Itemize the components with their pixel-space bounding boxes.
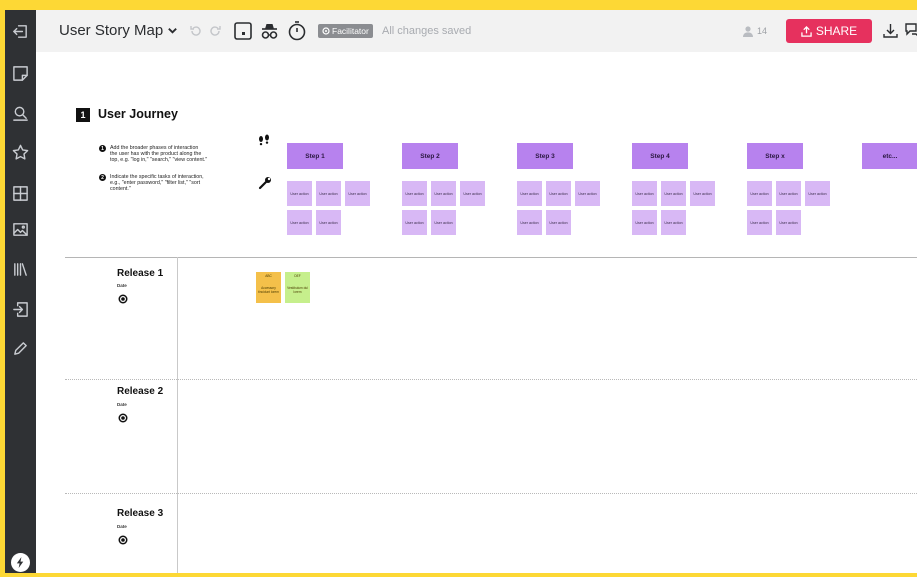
instruction-text: Indicate the specific tasks of interacti…	[110, 174, 204, 193]
comments-icon[interactable]	[904, 20, 917, 41]
user-action-card[interactable]: User action	[575, 181, 600, 206]
save-status: All changes saved	[382, 25, 472, 37]
instruction-number: 1	[99, 145, 106, 152]
section-title: User Journey	[98, 107, 178, 121]
user-action-card[interactable]: User action	[345, 181, 370, 206]
user-action-card[interactable]: User action	[316, 181, 341, 206]
footprints-icon	[257, 134, 271, 153]
step-card[interactable]: Step 2	[402, 143, 458, 169]
incognito-icon[interactable]	[259, 20, 280, 41]
release-date: Date	[117, 402, 127, 407]
target-icon	[118, 294, 128, 304]
user-action-card[interactable]: User action	[747, 210, 772, 235]
left-toolbar	[5, 10, 36, 573]
app-frame: User Story Map Facilitator All changes s…	[5, 10, 917, 573]
library-icon[interactable]	[9, 258, 32, 281]
user-action-card[interactable]: User action	[805, 181, 830, 206]
user-action-card[interactable]: User action	[632, 181, 657, 206]
sticky-card[interactable]: DEF Vestibulum dui lorem	[285, 272, 310, 303]
pen-icon[interactable]	[9, 337, 32, 360]
user-action-card[interactable]: User action	[431, 181, 456, 206]
sticky-note-icon[interactable]	[9, 62, 32, 85]
sticky-card[interactable]: ABC Accessory tincidunt lorem	[256, 272, 281, 303]
facilitator-badge[interactable]: Facilitator	[318, 24, 373, 38]
wrench-icon	[258, 176, 272, 195]
image-icon[interactable]	[9, 218, 32, 241]
card-text: Vestibulum dui lorem	[287, 286, 308, 294]
user-count[interactable]: 14	[742, 25, 767, 37]
star-icon[interactable]	[9, 141, 32, 164]
download-icon[interactable]	[882, 20, 899, 41]
release-date: Date	[117, 283, 127, 288]
step-card[interactable]: Step 3	[517, 143, 573, 169]
section-number: 1	[76, 108, 90, 122]
step-card[interactable]: Step 4	[632, 143, 688, 169]
step-card[interactable]: Step x	[747, 143, 803, 169]
user-action-card[interactable]: User action	[776, 210, 801, 235]
lightning-icon[interactable]	[11, 553, 30, 572]
exit-icon[interactable]	[9, 20, 32, 43]
user-action-card[interactable]: User action	[546, 210, 571, 235]
frame-icon[interactable]	[233, 20, 253, 41]
user-action-card[interactable]: User action	[460, 181, 485, 206]
undo-icon[interactable]	[189, 20, 203, 41]
share-button[interactable]: SHARE	[786, 19, 872, 43]
user-action-card[interactable]: User action	[287, 210, 312, 235]
user-action-card[interactable]: User action	[661, 210, 686, 235]
instruction-number: 2	[99, 174, 106, 181]
redo-icon[interactable]	[208, 20, 222, 41]
timer-icon[interactable]	[287, 20, 307, 41]
share-label: SHARE	[815, 24, 858, 38]
user-action-card[interactable]: User action	[287, 181, 312, 206]
release-divider	[65, 379, 917, 380]
user-action-card[interactable]: User action	[776, 181, 801, 206]
facilitator-label: Facilitator	[332, 26, 369, 36]
top-bar: User Story Map Facilitator All changes s…	[36, 10, 917, 52]
user-action-card[interactable]: User action	[661, 181, 686, 206]
user-action-card[interactable]: User action	[517, 210, 542, 235]
journey-divider	[65, 257, 917, 258]
release-title: Release 3	[117, 508, 164, 519]
step-card[interactable]: Step 1	[287, 143, 343, 169]
board-canvas[interactable]: 1 User Journey 1 Add the broader phases …	[36, 52, 917, 573]
target-icon	[118, 413, 128, 423]
user-action-card[interactable]: User action	[747, 181, 772, 206]
board-title[interactable]: User Story Map	[59, 22, 163, 39]
grid-icon[interactable]	[9, 182, 32, 205]
user-action-card[interactable]: User action	[546, 181, 571, 206]
user-action-card[interactable]: User action	[632, 210, 657, 235]
user-action-card[interactable]: User action	[517, 181, 542, 206]
export-icon[interactable]	[9, 298, 32, 321]
release-date: Date	[117, 524, 127, 529]
user-count-label: 14	[757, 26, 768, 36]
step-card[interactable]: etc...	[862, 143, 917, 169]
chevron-down-icon[interactable]	[167, 23, 178, 41]
release-title: Release 2	[117, 386, 164, 397]
release-title: Release 1	[117, 268, 164, 279]
user-action-card[interactable]: User action	[316, 210, 341, 235]
search-comment-icon[interactable]	[9, 102, 32, 125]
card-label: DEF	[294, 274, 301, 278]
instruction-text: Add the broader phases of interaction th…	[110, 145, 208, 164]
user-action-card[interactable]: User action	[402, 210, 427, 235]
release-divider	[65, 493, 917, 494]
user-action-card[interactable]: User action	[402, 181, 427, 206]
user-action-card[interactable]: User action	[431, 210, 456, 235]
card-text: Accessory tincidunt lorem	[258, 286, 279, 294]
target-icon	[118, 535, 128, 545]
user-action-card[interactable]: User action	[690, 181, 715, 206]
release-column-divider	[177, 257, 178, 573]
card-label: ABC	[265, 274, 272, 278]
